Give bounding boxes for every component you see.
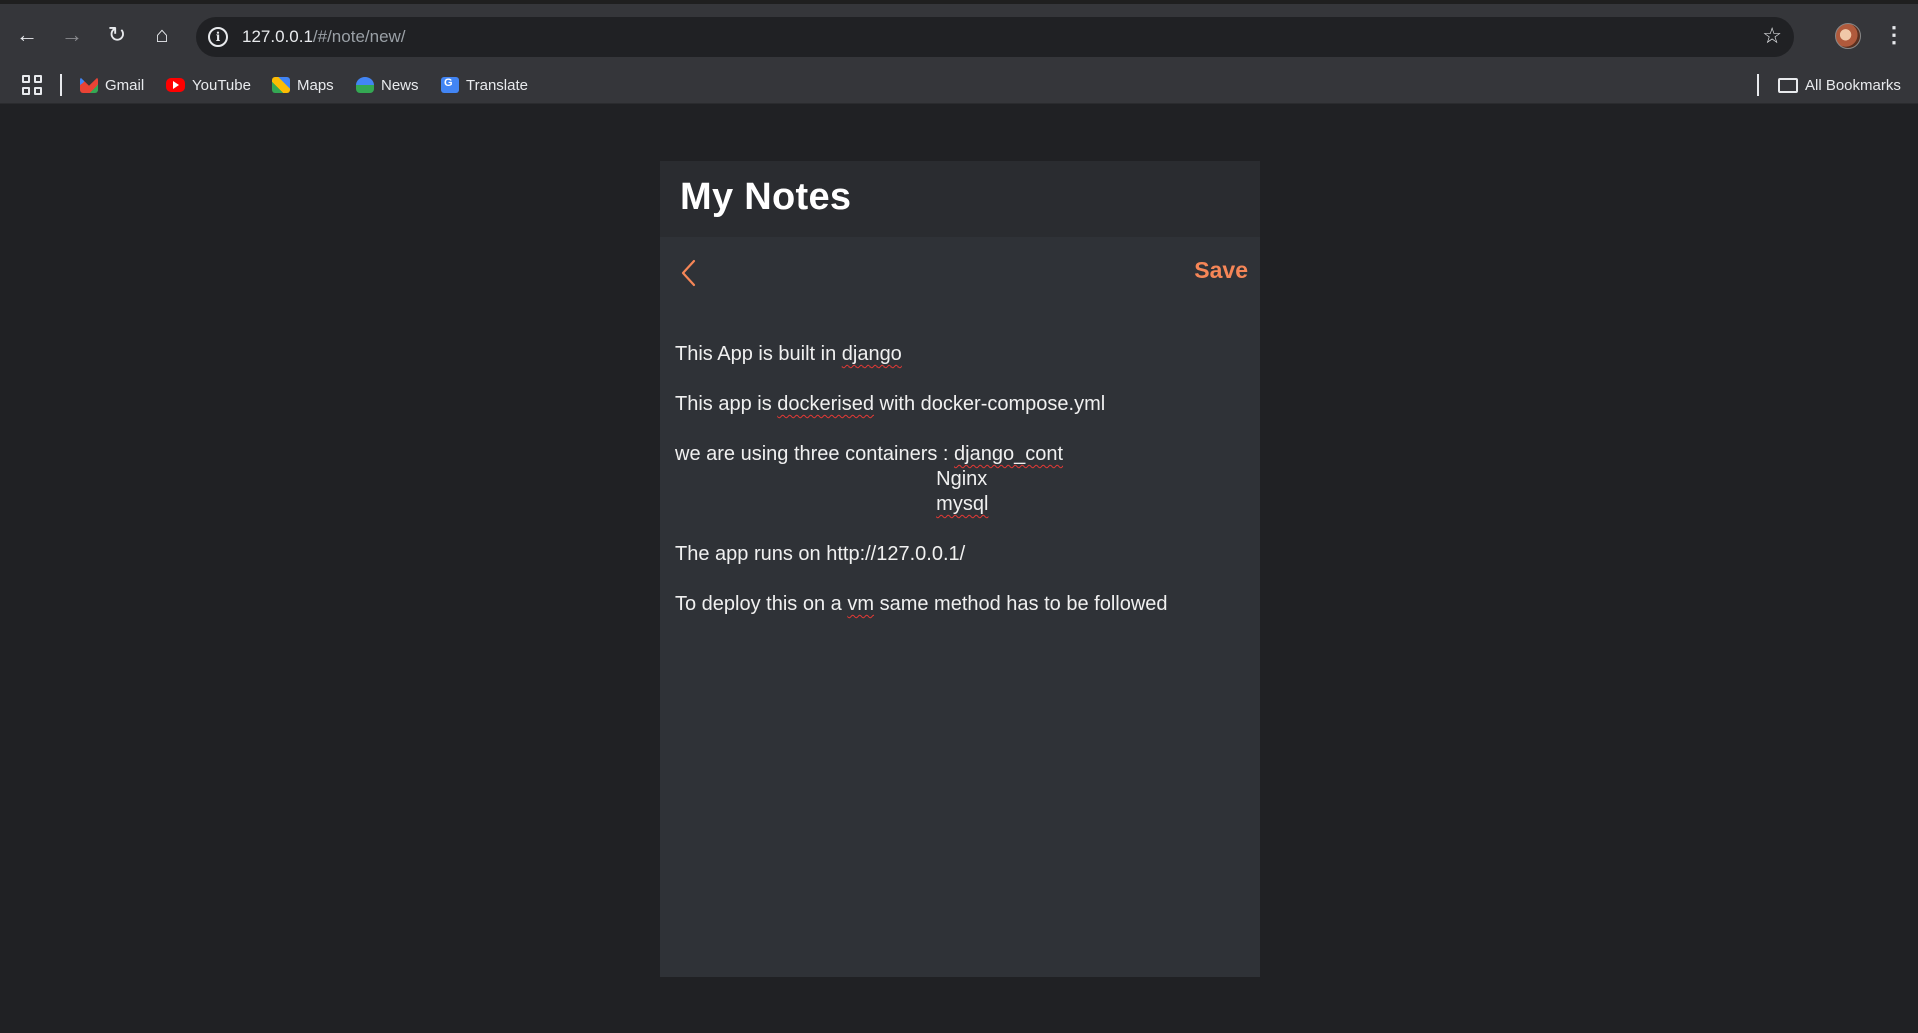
bookmarks-bar: Gmail YouTube Maps News Translate All Bo… [0, 66, 1918, 104]
note-line: Nginx [675, 467, 1245, 492]
note-blank-line [675, 517, 1245, 542]
note-header: Save [660, 237, 1260, 317]
note-blank-line [675, 317, 1245, 342]
spellcheck-word: vm [847, 593, 875, 615]
back-arrow-icon[interactable]: ← [10, 18, 44, 52]
bookmark-label: Translate [466, 76, 528, 94]
note-line: we are using three containers : django_c… [675, 442, 1245, 467]
bookmark-label: YouTube [192, 76, 251, 94]
chevron-left-icon[interactable] [678, 257, 702, 289]
forward-arrow-icon[interactable]: → [55, 18, 89, 52]
bookmark-gmail[interactable]: Gmail [80, 74, 144, 96]
bookmark-label: Maps [297, 76, 334, 94]
browser-toolbar: ← → ↻ ⌂ i 127.0.0.1/#/note/new/ ☆ ⋮ [0, 0, 1918, 66]
spellcheck-word: django [841, 343, 902, 365]
notes-app: My Notes Save This App is built in djang… [660, 161, 1260, 977]
save-button[interactable]: Save [1194, 257, 1248, 284]
app-header: My Notes [660, 161, 1260, 237]
news-icon [356, 77, 374, 93]
folder-icon [1778, 77, 1798, 93]
note-text: This app is [675, 393, 778, 415]
reload-icon[interactable]: ↻ [100, 18, 134, 52]
note-text: same method has to be followed [874, 593, 1168, 615]
url-host: 127.0.0.1 [242, 27, 313, 46]
url-text[interactable]: 127.0.0.1/#/note/new/ [242, 27, 406, 47]
all-bookmarks-label: All Bookmarks [1805, 76, 1901, 94]
more-menu-icon[interactable]: ⋮ [1883, 22, 1905, 48]
note-line: The app runs on http://127.0.0.1/ [675, 542, 1245, 567]
note-text: The app runs on http://127.0.0.1/ [675, 543, 966, 565]
apps-grid-icon[interactable] [22, 75, 42, 95]
bookmarks-divider [1757, 74, 1759, 96]
note-blank-line [675, 417, 1245, 442]
bookmark-star-icon[interactable]: ☆ [1762, 23, 1782, 49]
note-text: Nginx [675, 468, 988, 490]
spellcheck-word: dockerised [777, 393, 874, 415]
address-bar[interactable]: i 127.0.0.1/#/note/new/ ☆ [196, 17, 1794, 57]
bookmark-news[interactable]: News [356, 74, 419, 96]
note-text: This App is built in [675, 343, 842, 365]
note-text: we are using three containers : [675, 443, 955, 465]
note-line: mysql [675, 492, 1245, 517]
note-text: with docker-compose.yml [873, 393, 1106, 415]
note-line: This app is dockerised with docker-compo… [675, 392, 1245, 417]
site-info-icon[interactable]: i [208, 27, 228, 47]
note-text: To deploy this on a [675, 593, 848, 615]
bookmark-translate[interactable]: Translate [441, 74, 528, 96]
bookmark-maps[interactable]: Maps [272, 74, 334, 96]
home-icon[interactable]: ⌂ [145, 18, 179, 52]
bookmark-label: Gmail [105, 76, 145, 94]
app-title: My Notes [680, 176, 852, 218]
spellcheck-word: django_cont [954, 443, 1064, 465]
youtube-icon [166, 78, 185, 92]
note-blank-line [675, 567, 1245, 592]
note-line: This App is built in django [675, 342, 1245, 367]
profile-avatar[interactable] [1835, 23, 1861, 49]
all-bookmarks-button[interactable]: All Bookmarks [1778, 74, 1901, 96]
note-text [675, 493, 936, 515]
bookmark-label: News [381, 76, 419, 94]
note-textarea[interactable]: This App is built in django This app is d… [660, 317, 1260, 617]
url-path: /#/note/new/ [312, 27, 406, 46]
gmail-icon [80, 77, 98, 93]
maps-icon [272, 77, 290, 93]
note-line: To deploy this on a vm same method has t… [675, 592, 1245, 617]
spellcheck-word: mysql [936, 493, 989, 515]
translate-icon [441, 77, 459, 93]
note-blank-line [675, 367, 1245, 392]
bookmarks-divider [60, 74, 62, 96]
bookmark-youtube[interactable]: YouTube [166, 74, 251, 96]
